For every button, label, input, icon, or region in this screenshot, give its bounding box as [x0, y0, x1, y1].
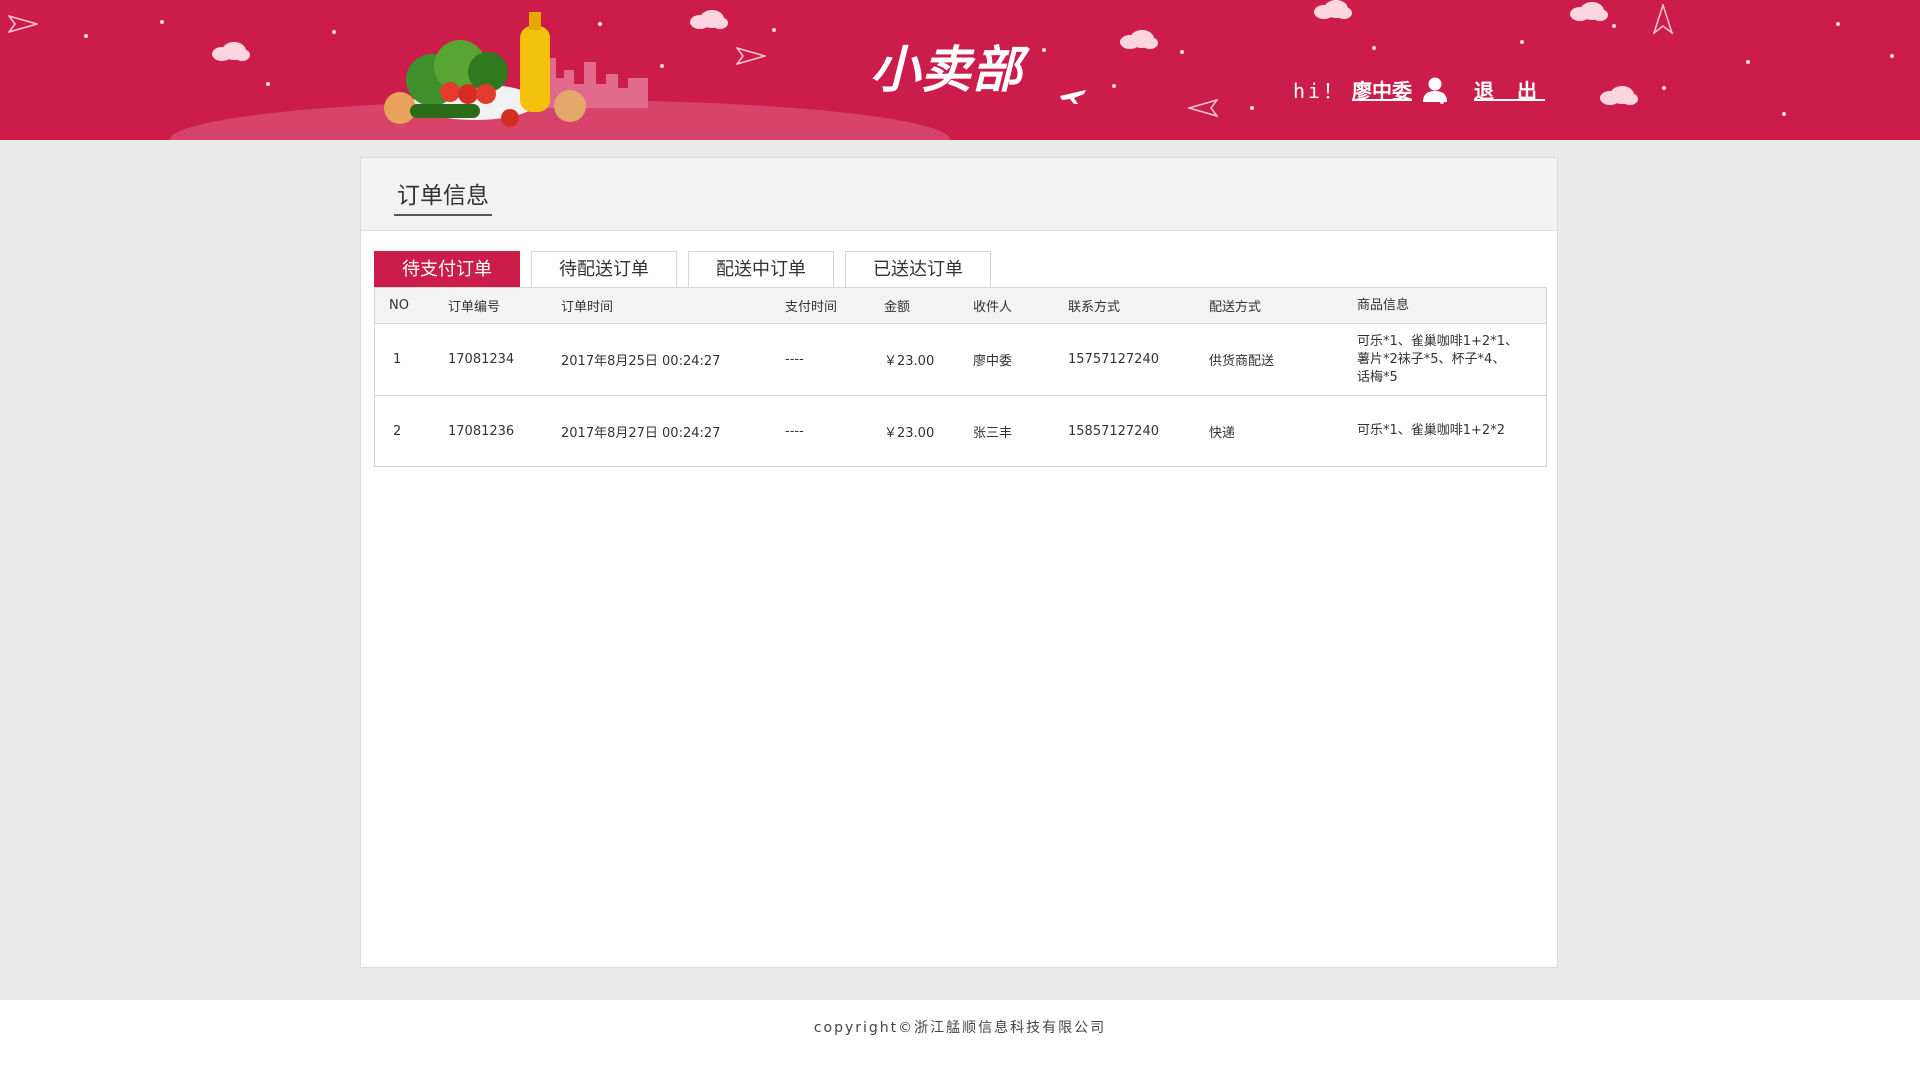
column-header-order-id: 订单编号: [448, 287, 561, 324]
orders-table: NO 订单编号 订单时间 支付时间 金额 收件人 联系方式 配送方式 商品信息 …: [374, 287, 1547, 467]
airplane-icon: [1060, 90, 1086, 104]
confetti-dot: [1782, 112, 1786, 116]
footer: copyright©浙江艋顺信息科技有限公司: [0, 1000, 1920, 1080]
site-logo[interactable]: 小卖部: [870, 30, 1023, 102]
column-header-amount: 金额: [884, 287, 973, 324]
cell-pay-time: ----: [785, 323, 884, 396]
username-link[interactable]: 廖中委: [1352, 75, 1412, 104]
column-header-no: NO: [374, 287, 448, 324]
cell-amount: ￥23.00: [884, 323, 973, 396]
confetti-dot: [598, 22, 602, 26]
user-area: hi！ 廖中委 退 出: [1293, 74, 1545, 104]
confetti-dot: [160, 20, 164, 24]
confetti-dot: [1662, 86, 1666, 90]
tab-pending-payment[interactable]: 待支付订单: [374, 251, 520, 287]
header-banner: 小卖部 hi！ 廖中委 退 出: [0, 0, 1920, 140]
cell-contact: 15857127240: [1068, 423, 1159, 439]
column-header-pay-time: 支付时间: [785, 287, 884, 324]
cell-delivery-method: 供货商配送: [1209, 323, 1357, 396]
cell-no: 1: [374, 323, 448, 396]
confetti-dot: [772, 28, 776, 32]
cell-receiver: 廖中委: [973, 323, 1068, 396]
confetti-dot: [1746, 60, 1750, 64]
confetti-dot: [1112, 84, 1116, 88]
cell-receiver: 张三丰: [973, 425, 1013, 441]
table-header-row: NO 订单编号 订单时间 支付时间 金额 收件人 联系方式 配送方式 商品信息: [374, 287, 1547, 324]
cloud-decoration: [212, 42, 250, 61]
column-header-order-time: 订单时间: [561, 287, 785, 324]
column-header-contact: 联系方式: [1068, 287, 1209, 324]
column-header-delivery-method: 配送方式: [1209, 287, 1357, 324]
page-title: 订单信息: [394, 176, 492, 216]
paper-plane-icon: [8, 14, 38, 34]
tab-in-delivery[interactable]: 配送中订单: [688, 251, 834, 287]
cloud-decoration: [1120, 30, 1158, 49]
vegetable-basket-illustration: [384, 12, 586, 127]
confetti-dot: [266, 82, 270, 86]
confetti-dot: [1612, 24, 1616, 28]
order-panel: 订单信息 待支付订单 待配送订单 配送中订单 已送达订单 NO 订单编号 订单时…: [360, 157, 1558, 968]
order-tabs: 待支付订单 待配送订单 配送中订单 已送达订单: [374, 251, 1002, 287]
cell-pay-time: ----: [785, 423, 804, 439]
confetti-dot: [1890, 54, 1894, 58]
column-header-goods: 商品信息: [1357, 287, 1547, 324]
paper-plane-icon: [1652, 4, 1674, 34]
paper-plane-icon: [1188, 98, 1218, 118]
cloud-decoration: [690, 10, 728, 29]
user-icon[interactable]: [1422, 76, 1448, 102]
cell-contact: 15757127240: [1068, 323, 1209, 396]
panel-header: 订单信息: [361, 158, 1557, 231]
confetti-dot: [1250, 106, 1254, 110]
cell-no: 2: [393, 423, 402, 439]
confetti-dot: [332, 30, 336, 34]
copyright-text: copyright©浙江艋顺信息科技有限公司: [813, 1020, 1107, 1036]
logout-link[interactable]: 退 出: [1474, 75, 1545, 104]
tab-delivered[interactable]: 已送达订单: [845, 251, 991, 287]
tab-pending-delivery[interactable]: 待配送订单: [531, 251, 677, 287]
cell-delivery-method: 快递: [1209, 425, 1236, 441]
cell-order-id: 17081236: [448, 423, 515, 439]
cell-order-time: 2017年8月27日 00:24:27: [561, 425, 721, 441]
cell-order-time: 2017年8月25日 00:24:27: [561, 323, 785, 396]
cell-amount: ￥23.00: [884, 425, 935, 441]
confetti-dot: [1042, 48, 1046, 52]
column-header-receiver: 收件人: [973, 287, 1068, 324]
cell-goods: 可乐*1、雀巢咖啡1+2*2: [1357, 423, 1505, 438]
confetti-dot: [84, 34, 88, 38]
table-row[interactable]: 2 17081236 2017年8月27日 00:24:27 ---- ￥23.…: [375, 396, 1547, 467]
confetti-dot: [660, 64, 664, 68]
cell-order-id: 17081234: [448, 323, 561, 396]
confetti-dot: [1180, 50, 1184, 54]
cloud-decoration: [1570, 2, 1608, 21]
greeting-text: hi！: [1292, 78, 1347, 103]
cell-goods: 可乐*1、雀巢咖啡1+2*1、薯片*2袜子*5、杯子*4、话梅*5: [1357, 323, 1547, 396]
confetti-dot: [1520, 40, 1524, 44]
confetti-dot: [1372, 46, 1376, 50]
cloud-decoration: [1600, 86, 1638, 105]
cloud-decoration: [1314, 0, 1352, 19]
paper-plane-icon: [736, 46, 766, 66]
confetti-dot: [1836, 22, 1840, 26]
table-row[interactable]: 1 17081234 2017年8月25日 00:24:27 ---- ￥23.…: [374, 323, 1547, 396]
